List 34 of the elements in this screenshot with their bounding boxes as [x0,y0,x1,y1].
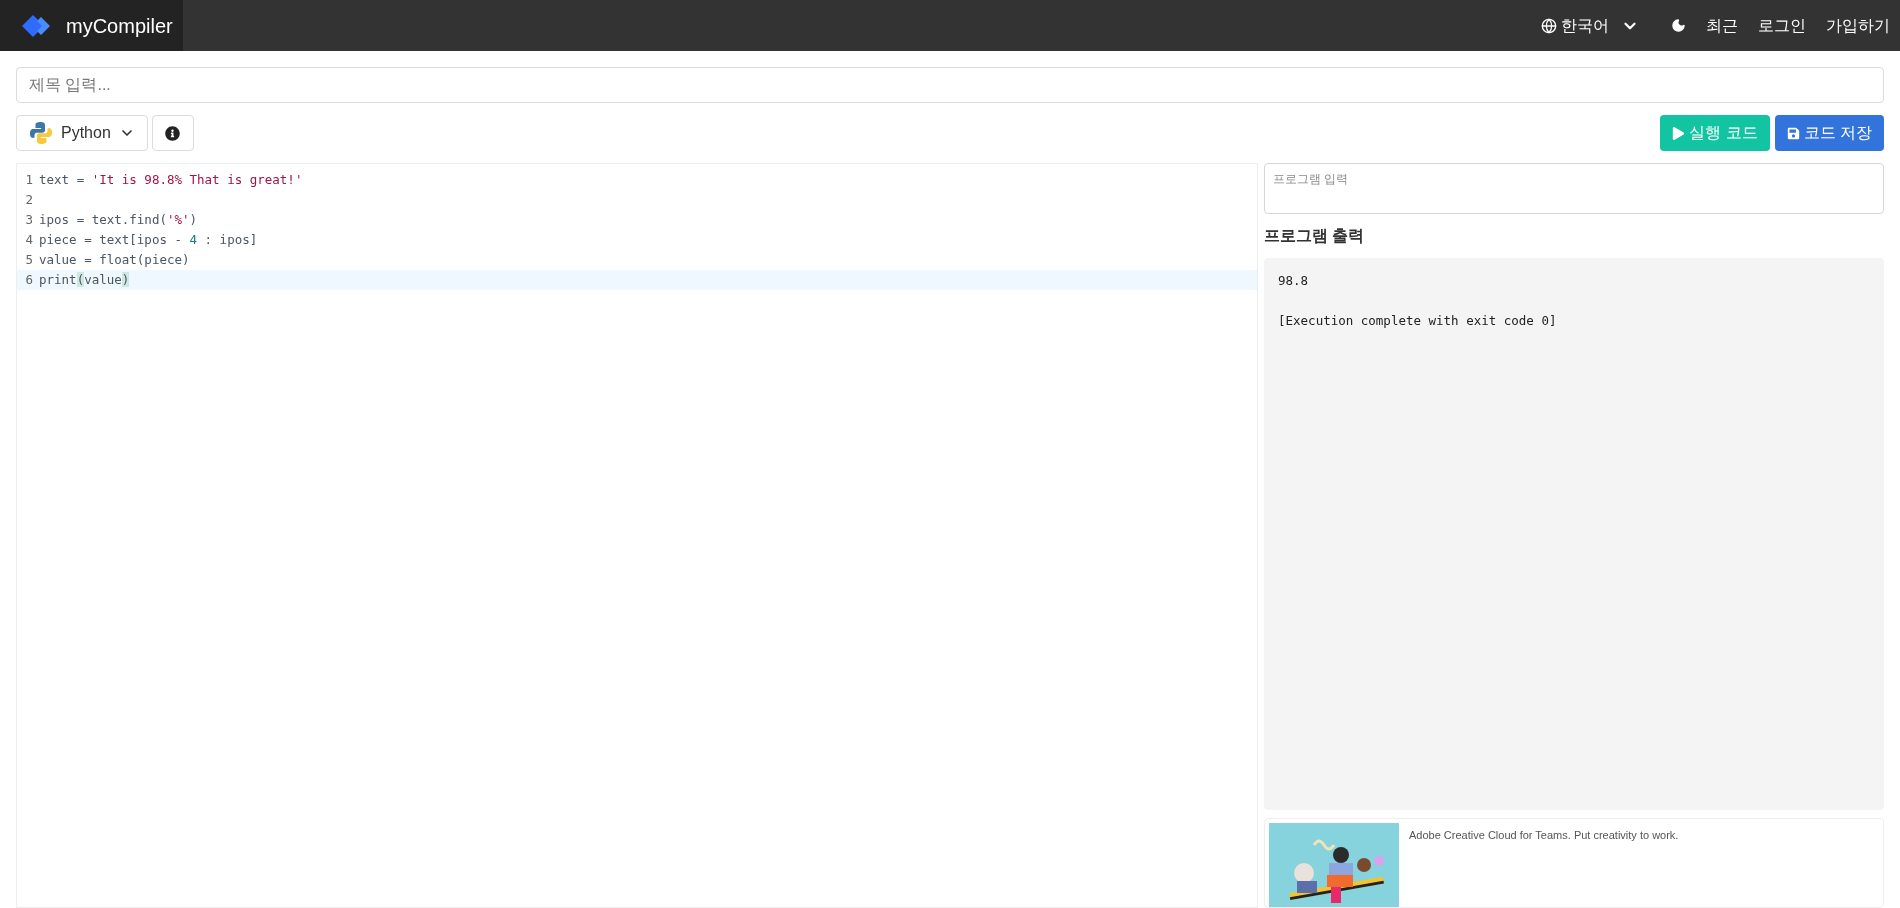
save-button[interactable]: 코드 저장 [1774,115,1884,151]
line-number: 6 [24,270,34,289]
code-text: text = 'It is 98.8% That is great!' [39,170,303,189]
output-line: 98.8 [1278,272,1310,290]
program-input-field[interactable]: 프로그램 입력 [1264,163,1884,214]
python-logo-icon [29,121,53,145]
line-number: 3 [24,210,34,229]
info-button[interactable] [151,115,194,151]
play-icon [1672,126,1686,140]
code-text: value = float(piece) [39,250,190,269]
globe-icon [1541,17,1557,34]
language-select[interactable]: Python [16,115,148,151]
output-title: 프로그램 출력 [1264,226,1366,246]
save-icon [1786,126,1800,140]
nav-link[interactable]: 가입하기 [1826,13,1890,38]
code-text: piece = text[ipos - 4 : ipos] [39,230,258,249]
info-icon [165,125,181,141]
brand-name[interactable]: myCompiler [66,10,173,41]
moon-icon [1671,18,1686,33]
code-text: print(value) [39,270,130,289]
code-text: ipos = text.find('%') [39,210,198,229]
line-number: 2 [24,190,34,209]
ad-text[interactable]: Adobe Creative Cloud for Teams. Put creativity to work. [1409,827,1679,903]
ad-card[interactable]: Adobe Creative Cloud for Teams. Put creativity to work. [1264,818,1884,908]
title-field[interactable]: 제목 입력... [16,67,1884,103]
output-line: [Execution complete with exit code 0] [1278,312,1558,330]
nav-link[interactable]: 로그인 [1758,13,1806,38]
nav-link[interactable]: 최근 [1706,13,1738,38]
line-number: 4 [24,230,34,249]
code-editor[interactable]: 1 text = 'It is 98.8% That is great!' 2 3 ipos = text.find('%') 4 piece = text[ipos - 4 : ipos] 5 value = float(piece) 6 print(value) [16,163,1258,908]
language-dropdown[interactable]: 한국어 [1541,13,1639,38]
line-number: 1 [24,170,34,189]
dark-mode-toggle[interactable] [1671,18,1686,33]
line-number: 5 [24,250,34,269]
